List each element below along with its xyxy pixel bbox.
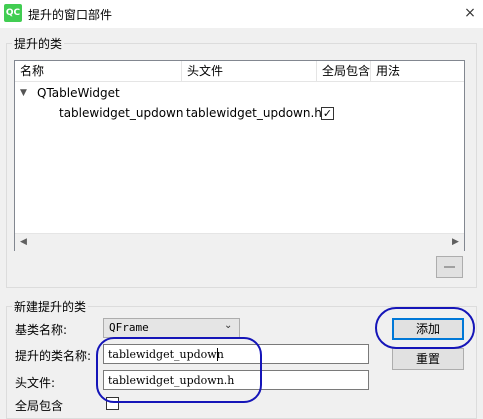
tree-header: 名称 头文件 全局包含 用法 (15, 61, 464, 82)
window-title: 提升的窗口部件 (28, 8, 113, 22)
promoted-classes-group-title: 提升的类 (12, 35, 65, 52)
qt-app-icon: QC (4, 4, 22, 22)
close-icon[interactable]: × (459, 2, 481, 24)
promoted-class-name-label: 提升的类名称: (15, 349, 92, 363)
promoted-classes-tree[interactable]: 名称 头文件 全局包含 用法 ▼ QTableWidget tablewidge… (14, 60, 465, 251)
base-class-label: 基类名称: (15, 323, 68, 337)
scroll-track[interactable] (32, 237, 447, 248)
promoted-class-header: tablewidget_updown.h (186, 106, 322, 120)
reset-button[interactable]: 重置 (392, 348, 464, 370)
column-header-usage[interactable]: 用法 (371, 61, 464, 81)
annotation-circle-add-button (375, 307, 475, 349)
remove-button[interactable] (436, 256, 463, 278)
column-header-name[interactable]: 名称 (15, 61, 182, 81)
new-promoted-class-group-title: 新建提升的类 (12, 298, 89, 315)
checkmark-icon: ✓ (322, 107, 333, 120)
tree-item-base-class[interactable]: ▼ QTableWidget (15, 83, 464, 103)
base-class-combobox[interactable]: QFrame ⌄ (103, 318, 240, 338)
global-include-label: 全局包含 (15, 399, 64, 413)
base-class-value: QFrame (109, 321, 149, 334)
horizontal-scrollbar[interactable]: ◀ ▶ (15, 233, 464, 251)
scroll-left-icon[interactable]: ◀ (15, 234, 32, 251)
global-include-checkbox-row[interactable]: ✓ (321, 107, 334, 120)
column-header-header-file[interactable]: 头文件 (182, 61, 317, 81)
minus-icon (444, 266, 455, 268)
base-class-name: QTableWidget (37, 86, 120, 100)
scroll-right-icon[interactable]: ▶ (447, 234, 464, 251)
annotation-circle-input-fields (96, 337, 262, 403)
chevron-down-icon[interactable]: ⌄ (224, 320, 232, 331)
expand-arrow-icon[interactable]: ▼ (20, 83, 27, 103)
header-file-label: 头文件: (15, 376, 56, 390)
column-header-global-include[interactable]: 全局包含 (317, 61, 371, 81)
tree-item-promoted-class[interactable]: tablewidget_updown tablewidget_updown.h … (15, 103, 464, 123)
promoted-class-name: tablewidget_updown (59, 106, 184, 120)
